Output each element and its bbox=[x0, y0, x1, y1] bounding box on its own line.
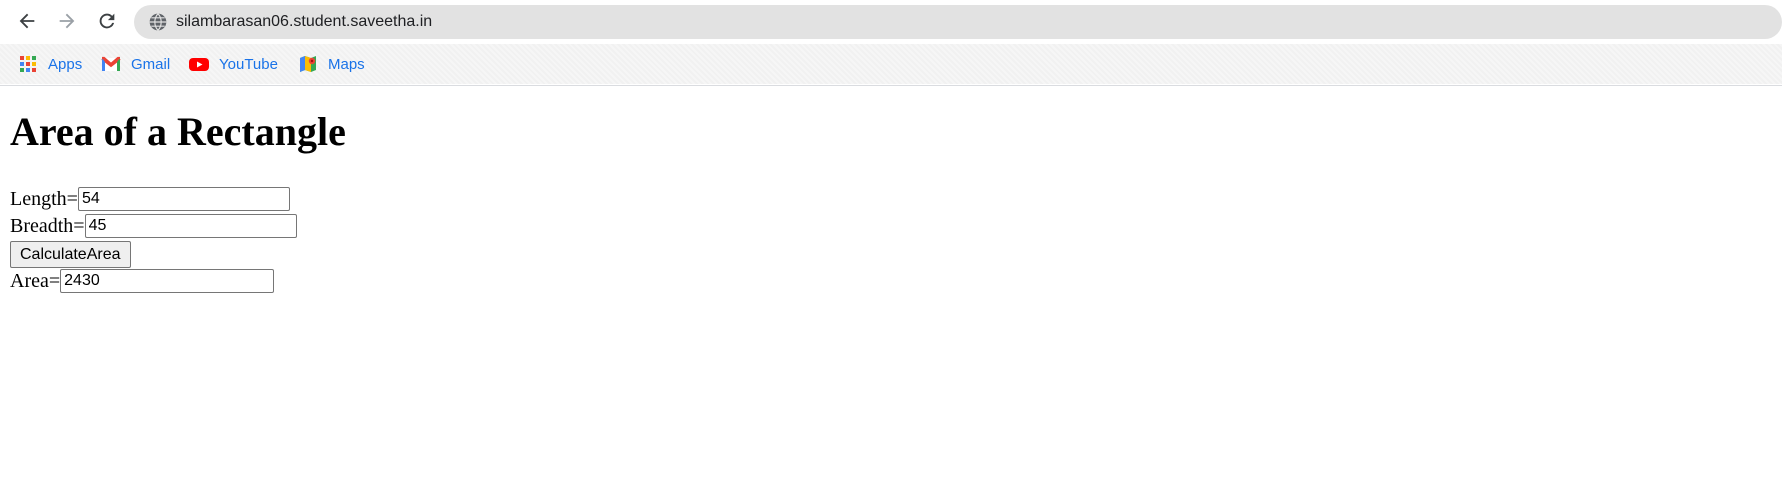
bookmark-label: YouTube bbox=[219, 55, 278, 73]
arrow-right-icon bbox=[59, 13, 75, 29]
area-label: Area= bbox=[10, 269, 61, 292]
bookmark-maps[interactable]: Maps bbox=[298, 52, 365, 76]
globe-icon[interactable] bbox=[148, 12, 168, 32]
bookmark-youtube[interactable]: YouTube bbox=[189, 52, 278, 76]
maps-icon bbox=[300, 56, 316, 72]
bookmark-label: Maps bbox=[328, 55, 365, 73]
breadth-input[interactable] bbox=[84, 214, 297, 238]
area-row: Area= bbox=[10, 269, 275, 293]
youtube-icon bbox=[189, 58, 209, 71]
bookmark-gmail[interactable]: Gmail bbox=[101, 52, 170, 76]
forward-button[interactable] bbox=[51, 5, 83, 37]
length-row: Length= bbox=[10, 187, 290, 211]
reload-button[interactable] bbox=[91, 5, 123, 37]
bookmark-apps[interactable]: Apps bbox=[18, 52, 82, 76]
url-text[interactable]: silambarasan06.student.saveetha.in bbox=[176, 5, 432, 39]
breadth-row: Breadth= bbox=[10, 214, 297, 238]
back-button[interactable] bbox=[11, 5, 43, 37]
bookmarks-bar: Apps Gmail YouTube Maps bbox=[0, 44, 1782, 84]
gmail-icon bbox=[101, 56, 121, 71]
area-output[interactable] bbox=[60, 269, 275, 293]
browser-chrome: silambarasan06.student.saveetha.in Apps … bbox=[0, 0, 1782, 86]
length-label: Length= bbox=[10, 187, 78, 210]
reload-icon bbox=[99, 13, 115, 29]
address-bar[interactable]: silambarasan06.student.saveetha.in bbox=[134, 5, 1782, 39]
bookmark-label: Apps bbox=[48, 55, 83, 73]
page-title: Area of a Rectangle bbox=[10, 109, 346, 154]
breadth-label: Breadth= bbox=[10, 214, 85, 237]
calculate-area-button[interactable]: CalculateArea bbox=[10, 241, 131, 268]
arrow-left-icon bbox=[19, 13, 35, 29]
apps-grid-icon bbox=[20, 56, 36, 72]
length-input[interactable] bbox=[77, 187, 290, 211]
bookmark-label: Gmail bbox=[131, 55, 171, 73]
